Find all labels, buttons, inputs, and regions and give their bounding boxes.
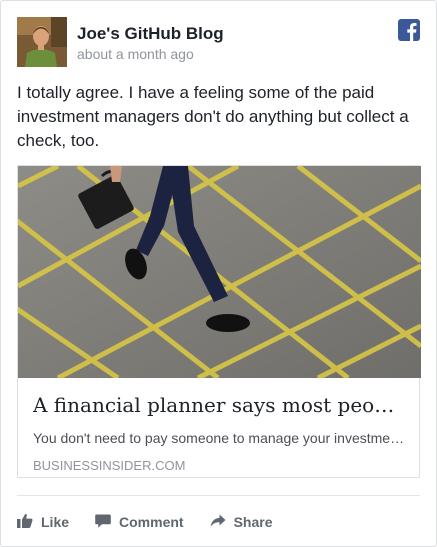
link-preview-image[interactable]: [18, 166, 421, 378]
link-preview-description: You don't need to pay someone to manage …: [33, 430, 405, 446]
share-icon: [210, 513, 234, 532]
post-text: I totally agree. I have a feeling some o…: [17, 83, 409, 150]
link-preview-domain: BUSINESSINSIDER.COM: [33, 458, 186, 473]
post-timestamp[interactable]: about a month ago: [77, 46, 194, 62]
comment-button[interactable]: Comment: [95, 513, 184, 532]
comment-icon: [95, 513, 119, 532]
share-label: Share: [233, 514, 273, 530]
link-preview[interactable]: A financial planner says most people… Yo…: [17, 165, 421, 478]
share-button[interactable]: Share: [210, 513, 273, 532]
thumbs-up-icon: [17, 513, 41, 532]
like-button[interactable]: Like: [17, 513, 69, 532]
facebook-post-card: Joe's GitHub Blog about a month ago I to…: [0, 0, 437, 547]
post-header: Joe's GitHub Blog about a month ago: [17, 17, 420, 67]
author-name[interactable]: Joe's GitHub Blog: [77, 24, 224, 44]
like-label: Like: [41, 514, 70, 530]
author-avatar[interactable]: [17, 17, 67, 67]
post-actions: Like Comment Share: [17, 507, 299, 537]
comment-label: Comment: [119, 514, 184, 530]
facebook-icon[interactable]: [398, 19, 420, 41]
actions-divider: [17, 495, 420, 496]
link-preview-title[interactable]: A financial planner says most people…: [33, 393, 405, 417]
